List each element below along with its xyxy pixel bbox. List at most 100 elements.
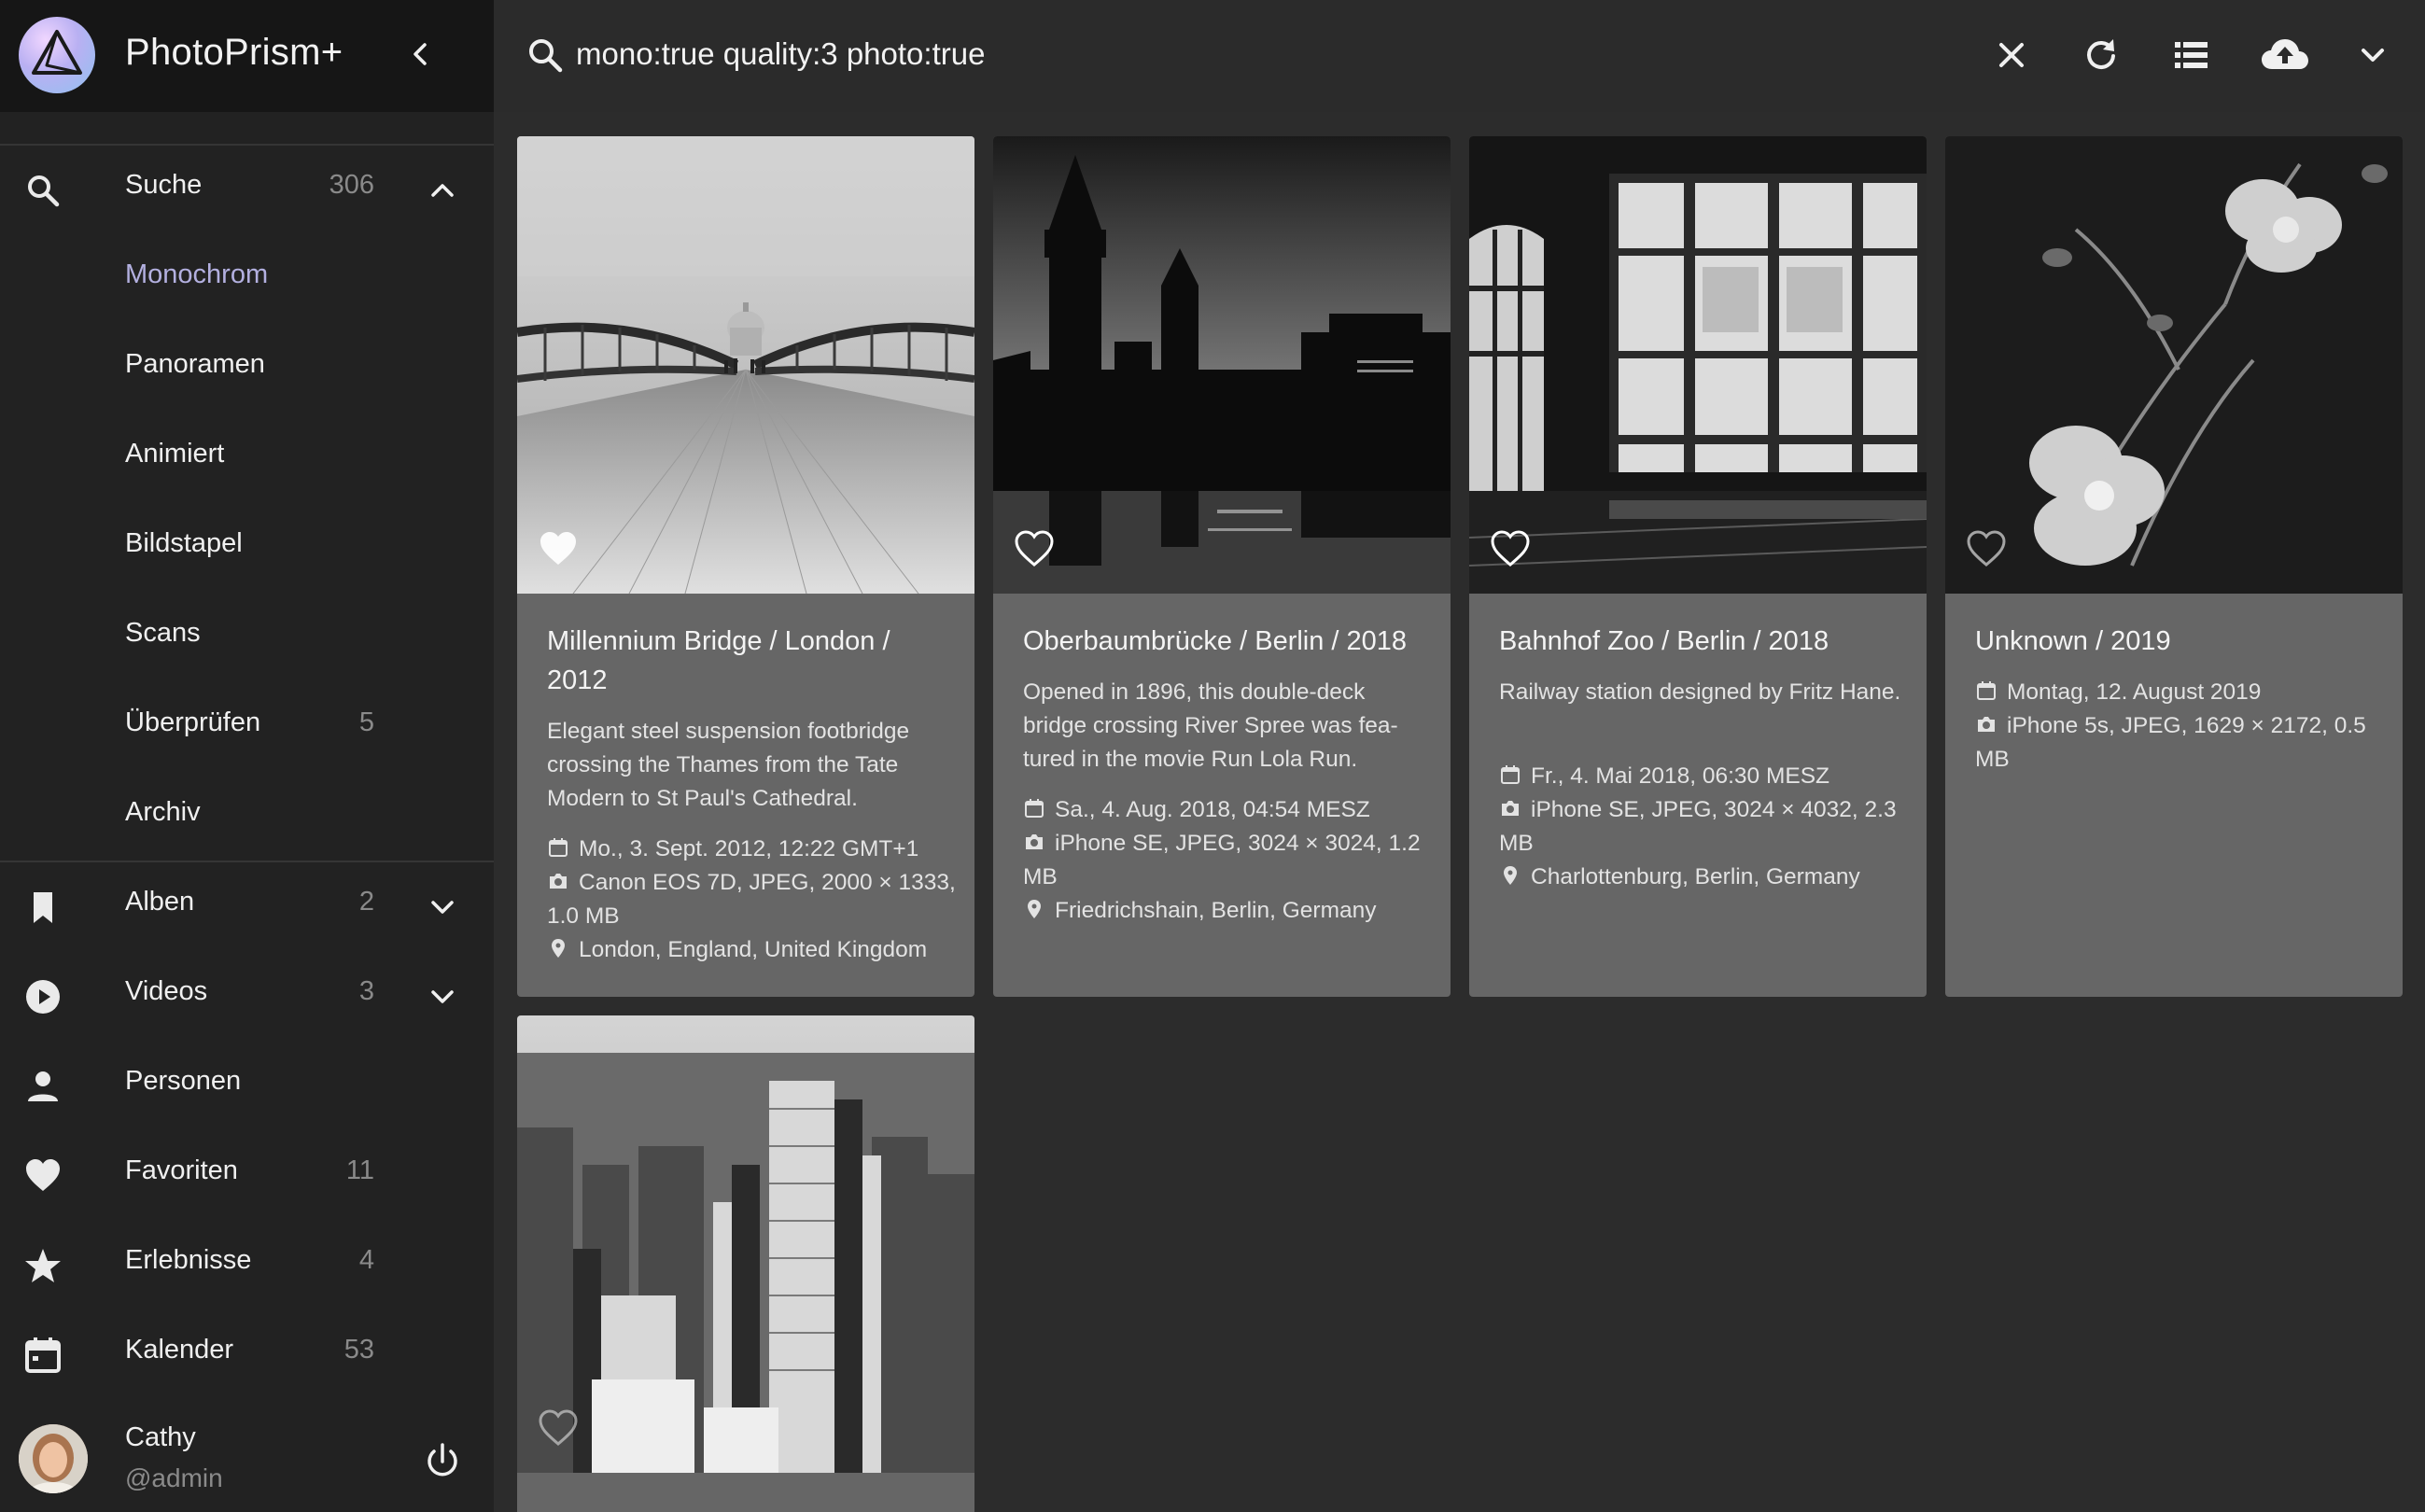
app-title: PhotoPrism+ [125,32,343,73]
meta-location[interactable]: London, England, United Kingdom [547,933,958,967]
photo-thumbnail[interactable] [517,1015,974,1473]
meta-camera: iPhone SE, JPEG, 3024 × 4032, 2.3 MB [1499,793,1910,861]
sidebar-item-label: Monochrom [125,259,269,289]
favorite-heart-icon[interactable] [538,528,579,569]
close-icon [1999,43,2024,67]
photoprism-logo-icon[interactable] [19,17,95,93]
meta-camera: iPhone 5s, JPEG, 1629 × 2172, 0.5 MB [1975,709,2386,777]
photo-description: Railway station designed by Fritz Hane. [1499,679,1901,705]
avatar[interactable] [19,1424,88,1493]
search-icon [24,172,62,209]
refresh-button[interactable] [2080,34,2123,77]
calendar-icon [1977,681,1996,700]
heart-icon [24,1157,62,1195]
map-marker-icon [1504,866,1517,885]
sidebar-item-count: 3 [358,976,374,1006]
play-circle-icon [24,978,62,1015]
calendar-icon [24,1337,62,1374]
sidebar-item-albums[interactable]: Alben 2 [0,861,494,950]
meta-location-text: London, England, United Kingdom [579,937,928,962]
clear-search-button[interactable] [1990,34,2033,77]
meta-location[interactable]: Friedrichshain, Berlin, Germany [1023,894,1434,928]
sidebar-item-review[interactable]: Überprüfen 5 [0,681,494,771]
photo-thumbnail[interactable] [517,136,974,594]
sidebar-item-people[interactable]: Personen [0,1040,494,1129]
logout-button[interactable] [422,1441,463,1482]
favorite-heart-icon[interactable] [1490,528,1531,569]
bookmark-icon [24,889,62,926]
sidebar-item-count: 11 [345,1155,374,1185]
photo-meta: Sa., 4. Aug. 2018, 04:54 MESZ iPhone SE,… [1023,793,1434,928]
map-marker-icon [552,939,565,958]
favorite-heart-icon[interactable] [1966,528,2007,569]
meta-location-text: Charlottenburg, Berlin, Germany [1531,864,1860,889]
refresh-icon [2087,39,2115,69]
sidebar-item-calendar[interactable]: Kalender 53 [0,1309,494,1398]
meta-camera: iPhone SE, JPEG, 3024 × 3024, 1.2 MB [1023,827,1434,894]
meta-camera: Canon EOS 7D, JPEG, 2000 × 1333, 1.0 MB [547,866,958,933]
list-view-button[interactable] [2169,34,2212,77]
photo-card[interactable]: Bahnhof Zoo / Berlin / 2018 Railway stat… [1469,136,1927,997]
calendar-icon [1025,799,1044,818]
meta-date: Sa., 4. Aug. 2018, 04:54 MESZ [1023,793,1434,827]
cloud-upload-icon [2262,39,2308,69]
sidebar-item-label: Archiv [125,797,201,827]
more-options-button[interactable] [2351,34,2394,77]
collapse-sidebar-button[interactable] [401,35,439,73]
sidebar-item-animated[interactable]: Animiert [0,413,494,502]
calendar-icon [1501,765,1520,784]
photo-title[interactable]: Unknown / 2019 [1975,622,2376,661]
photo-title[interactable]: Bahnhof Zoo / Berlin / 2018 [1499,622,1900,661]
photo-title[interactable]: Oberbaumbrücke / Berlin / 2018 [1023,622,1424,661]
sidebar-item-favorites[interactable]: Favoriten 11 [0,1129,494,1219]
sidebar-item-videos[interactable]: Videos 3 [0,950,494,1040]
meta-camera-text: iPhone 5s, JPEG, 1629 × 2172, 0.5 MB [1975,713,2366,772]
photo-card[interactable]: Oberbaumbrücke / Berlin / 2018 Opened in… [993,136,1451,997]
meta-date: Fr., 4. Mai 2018, 06:30 MESZ [1499,760,1910,793]
sidebar-item-moments[interactable]: Erlebnisse 4 [0,1219,494,1309]
camera-icon [1026,834,1043,849]
chevron-down-icon[interactable] [424,889,461,926]
photo-card[interactable]: Unknown / 2019 Montag, 12. August 2019 i… [1945,136,2403,997]
photo-meta: Montag, 12. August 2019 iPhone 5s, JPEG,… [1975,676,2386,777]
sidebar-item-archive[interactable]: Archiv [0,771,494,861]
search-input[interactable] [576,28,1696,80]
sidebar-item-stacks[interactable]: Bildstapel [0,502,494,592]
sidebar-item-search[interactable]: Suche 306 [0,144,494,233]
meta-date-text: Montag, 12. August 2019 [2007,679,2262,705]
sidebar-item-count: 306 [329,170,374,200]
photo-description: Opened in 1896, this double-deck bridge … [1023,679,1398,772]
camera-icon [1502,801,1519,816]
photo-card[interactable]: Millennium Bridge / London / 2012 Elegan… [517,136,974,997]
upload-button[interactable] [2259,34,2311,77]
sidebar-item-label: Personen [125,1066,242,1096]
chevron-down-icon[interactable] [424,978,461,1015]
photo-meta: Fr., 4. Mai 2018, 06:30 MESZ iPhone SE, … [1499,760,1910,894]
photo-thumbnail[interactable] [1469,136,1927,594]
meta-camera-text: Canon EOS 7D, JPEG, 2000 × 1333, 1.0 MB [547,870,956,929]
sidebar-item-label: Erlebnisse [125,1245,252,1275]
photo-meta: Mo., 3. Sept. 2012, 12:22 GMT+1 Canon EO… [547,833,958,967]
sidebar-item-label: Suche [125,170,203,200]
person-icon [24,1068,62,1105]
photo-thumbnail[interactable] [993,136,1451,594]
photo-title[interactable]: Millennium Bridge / London / 2012 [547,622,948,700]
camera-icon [550,874,567,889]
meta-location-text: Friedrichshain, Berlin, Germany [1055,898,1377,923]
meta-location[interactable]: Charlottenburg, Berlin, Germany [1499,861,1910,894]
meta-date-text: Mo., 3. Sept. 2012, 12:22 GMT+1 [579,836,919,861]
sidebar-item-scans[interactable]: Scans [0,592,494,681]
sidebar-item-panoramas[interactable]: Panoramen [0,323,494,413]
camera-icon [1978,717,1995,732]
user-account[interactable]: Cathy @admin [0,1409,494,1512]
chevron-up-icon[interactable] [424,172,461,209]
toolbar [494,0,2425,112]
sidebar-item-label: Panoramen [125,349,265,379]
photo-thumbnail[interactable] [1945,136,2403,594]
meta-date: Montag, 12. August 2019 [1975,676,2386,709]
photo-card[interactable] [517,1015,974,1512]
favorite-heart-icon[interactable] [1014,528,1055,569]
sidebar-item-monochrome[interactable]: Monochrom [0,233,494,323]
star-icon [24,1247,62,1284]
favorite-heart-icon[interactable] [538,1407,579,1449]
